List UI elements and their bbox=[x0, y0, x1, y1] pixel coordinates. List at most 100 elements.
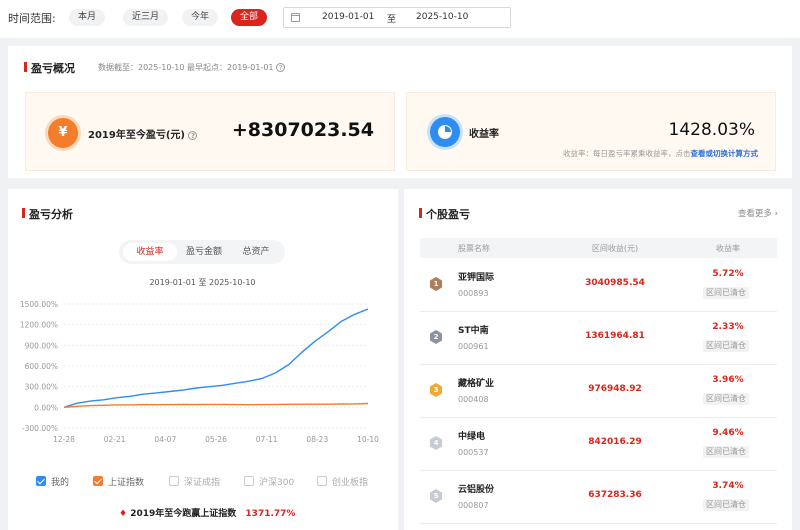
x-tick-label: 05-26 bbox=[205, 435, 227, 444]
stock-name[interactable]: 云铝股份 bbox=[458, 482, 494, 495]
legend-shenzhen-index[interactable]: 深证成指 bbox=[169, 475, 220, 488]
yuan-coin-icon: ¥ bbox=[48, 118, 78, 148]
cleared-tag: 区间已清仓 bbox=[703, 393, 749, 405]
stock-profit: 842016.29 bbox=[588, 437, 642, 447]
legend-mine[interactable]: 我的 bbox=[36, 475, 69, 488]
legend-shanghai-index[interactable]: 上证指数 bbox=[93, 475, 144, 488]
x-tick-label: 07-11 bbox=[256, 435, 278, 444]
stock-code: 000961 bbox=[458, 342, 489, 351]
x-tick-label: 08-23 bbox=[306, 435, 328, 444]
y-tick-label: 600.00% bbox=[25, 362, 58, 371]
rank-badge-icon: 3 bbox=[429, 383, 443, 397]
checkbox-icon[interactable] bbox=[317, 476, 327, 486]
x-tick-label: 12-28 bbox=[53, 435, 75, 444]
stock-rate: 3.96% bbox=[712, 375, 744, 385]
stock-rate: 3.74% bbox=[712, 481, 744, 491]
cleared-tag: 区间已清仓 bbox=[703, 499, 749, 511]
checkbox-icon[interactable] bbox=[244, 476, 254, 486]
total-profit-value: +8307023.54 bbox=[231, 119, 374, 141]
checkbox-icon[interactable] bbox=[169, 476, 179, 486]
total-profit-label: 2019年至今盈亏(元) ? bbox=[88, 126, 198, 141]
checkbox-icon[interactable] bbox=[93, 476, 103, 486]
pie-chart-icon bbox=[430, 117, 460, 147]
legend-chinext[interactable]: 创业板指 bbox=[317, 475, 368, 488]
tab-yield[interactable]: 收益率 bbox=[123, 243, 177, 261]
y-tick-label: 1200.00% bbox=[20, 321, 58, 330]
cleared-tag: 区间已清仓 bbox=[703, 287, 749, 299]
stock-name[interactable]: 中绿电 bbox=[458, 429, 485, 442]
date-end[interactable]: 2025-10-10 bbox=[416, 12, 468, 22]
header-rate: 收益率 bbox=[716, 244, 740, 253]
stock-profit: 3040985.54 bbox=[585, 278, 645, 288]
stocks-title: 个股盈亏 bbox=[419, 206, 470, 222]
y-tick-label: 300.00% bbox=[25, 383, 58, 392]
yield-label: 收益率 bbox=[469, 129, 499, 140]
cleared-tag: 区间已清仓 bbox=[703, 446, 749, 458]
filter-three-months-button[interactable]: 近三月 bbox=[123, 9, 169, 26]
analysis-tabs: 收益率 盈亏金额 总资产 bbox=[119, 240, 285, 264]
outperform-value: 1371.77% bbox=[245, 509, 296, 519]
chevron-right-icon: › bbox=[774, 209, 778, 219]
checkbox-icon[interactable] bbox=[36, 476, 46, 486]
yield-note: 收益率：每日盈亏率累乘收益率，点击查看或切换计算方式 bbox=[563, 149, 759, 158]
stock-rate: 9.46% bbox=[712, 428, 744, 438]
x-tick-label: 04-07 bbox=[154, 435, 176, 444]
table-row[interactable]: 1 亚钾国际 000893 3040985.54 5.72% 区间已清仓 bbox=[420, 259, 777, 312]
series-line bbox=[63, 402, 369, 408]
yield-value: 1428.03% bbox=[668, 120, 755, 140]
y-tick-label: -300.00% bbox=[22, 424, 58, 433]
stock-name[interactable]: 藏格矿业 bbox=[458, 376, 494, 389]
rank-badge-icon: 1 bbox=[429, 277, 443, 291]
filter-this-year-button[interactable]: 今年 bbox=[182, 9, 219, 26]
stock-code: 000537 bbox=[458, 448, 489, 457]
time-range-bar: 时间范围: 本月 近三月 今年 全部 2019-01-01 至 2025-10-… bbox=[0, 0, 800, 38]
series-line bbox=[63, 308, 369, 408]
rank-badge-icon: 4 bbox=[429, 436, 443, 450]
rank-badge-icon: 2 bbox=[429, 330, 443, 344]
stock-table-header: 股票名称 区间收益(元) 收益率 bbox=[420, 238, 777, 258]
header-stock-name: 股票名称 bbox=[458, 244, 490, 253]
stock-name[interactable]: 亚钾国际 bbox=[458, 270, 494, 283]
time-range-label: 时间范围: bbox=[8, 12, 56, 25]
cleared-tag: 区间已清仓 bbox=[703, 340, 749, 352]
stock-profit: 1361964.81 bbox=[585, 331, 645, 341]
stock-rate: 5.72% bbox=[712, 269, 744, 279]
outperform-note: ♦ 2019年至今跑赢上证指数 1371.77% bbox=[119, 509, 296, 519]
analysis-date-range: 2019-01-01 至 2025-10-10 bbox=[149, 278, 256, 287]
overview-title: 盈亏概况 bbox=[24, 60, 75, 76]
rank-badge-icon: 5 bbox=[429, 489, 443, 503]
x-tick-label: 02-21 bbox=[104, 435, 126, 444]
stock-profit: 976948.92 bbox=[588, 384, 642, 394]
overview-meta: 数据截至：2025-10-10 最早起点：2019-01-01 ? bbox=[98, 62, 286, 73]
date-range-picker[interactable]: 2019-01-01 至 2025-10-10 bbox=[283, 7, 511, 28]
y-tick-label: 0.00% bbox=[34, 403, 58, 412]
legend-csi300[interactable]: 沪深300 bbox=[244, 475, 294, 488]
stock-code: 000408 bbox=[458, 395, 489, 404]
stock-code: 000893 bbox=[458, 289, 489, 298]
y-tick-label: 1500.00% bbox=[20, 300, 58, 309]
table-row[interactable]: 2 ST中南 000961 1361964.81 2.33% 区间已清仓 bbox=[420, 312, 777, 365]
flame-icon: ♦ bbox=[119, 509, 128, 519]
calc-method-link[interactable]: 查看或切换计算方式 bbox=[691, 149, 759, 158]
help-icon[interactable]: ? bbox=[188, 130, 198, 140]
filter-this-month-button[interactable]: 本月 bbox=[69, 9, 106, 26]
tab-total-assets[interactable]: 总资产 bbox=[231, 243, 281, 261]
table-row[interactable]: 5 云铝股份 000807 637283.36 3.74% 区间已清仓 bbox=[420, 471, 777, 524]
y-tick-label: 900.00% bbox=[25, 341, 58, 350]
table-row[interactable]: 3 藏格矿业 000408 976948.92 3.96% 区间已清仓 bbox=[420, 365, 777, 418]
header-profit: 区间收益(元) bbox=[591, 244, 639, 253]
view-more-link[interactable]: 查看更多 › bbox=[738, 207, 778, 219]
tab-profit-amount[interactable]: 盈亏金额 bbox=[177, 243, 231, 261]
stock-rate: 2.33% bbox=[712, 322, 744, 332]
help-icon[interactable]: ? bbox=[276, 63, 286, 72]
filter-all-button[interactable]: 全部 bbox=[231, 9, 268, 26]
analysis-title: 盈亏分析 bbox=[22, 206, 73, 222]
table-row[interactable]: 4 中绿电 000537 842016.29 9.46% 区间已清仓 bbox=[420, 418, 777, 471]
date-separator: 至 bbox=[387, 15, 397, 25]
stock-code: 000807 bbox=[458, 501, 489, 510]
stock-name[interactable]: ST中南 bbox=[458, 323, 489, 336]
calendar-icon bbox=[291, 13, 300, 22]
yield-line-chart: 1500.00% 1200.00% 900.00% 600.00% 300.00% 0.0… bbox=[20, 300, 379, 444]
date-start[interactable]: 2019-01-01 bbox=[322, 12, 374, 22]
stock-profit: 637283.36 bbox=[588, 490, 642, 500]
